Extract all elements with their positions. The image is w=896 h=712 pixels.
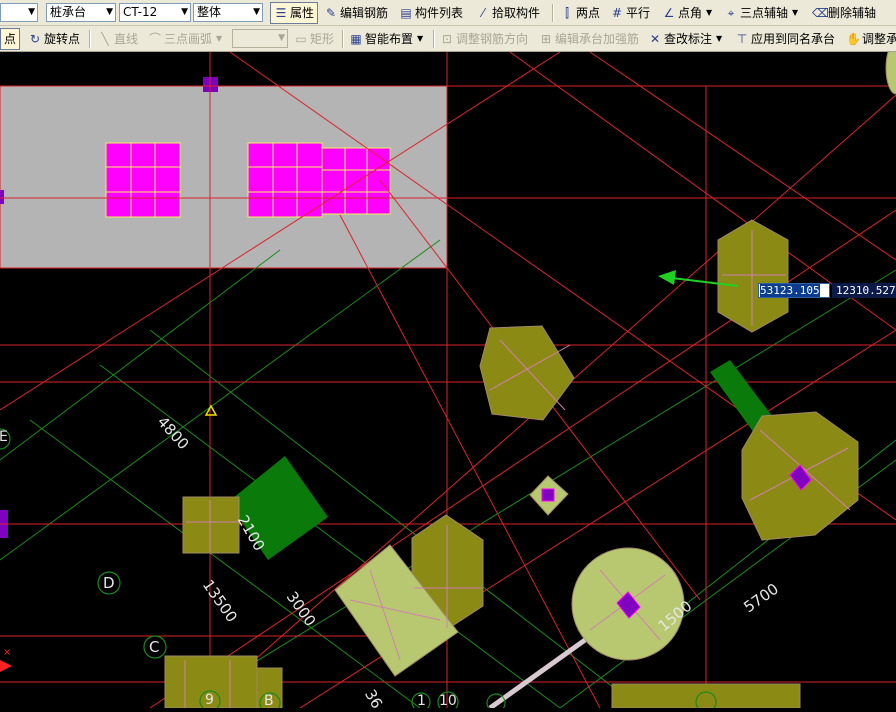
edit-cap-rebar-label: 编辑承台加强筋 <box>555 32 640 46</box>
chevron-down-icon: ▼ <box>106 7 113 17</box>
two-points-axis-button[interactable]: ⫿ 两点 <box>560 3 600 23</box>
angle-icon: ∠ <box>663 6 675 20</box>
toolbar-separator <box>433 30 435 48</box>
parallel-icon: # <box>611 6 623 20</box>
grid-icon: ▦ <box>350 32 362 46</box>
toolbar-row-2: 点 ↻ 旋转点 ╲ 直线 ⌒ 三点画弧 ▼ ▼ ▭ 矩形 ▦ 智能布置 ▼ ⊡ 调整钢筋方向 ⊞… <box>0 26 896 52</box>
rotate-icon: ↻ <box>29 32 41 46</box>
two-points-label: 两点 <box>576 6 601 20</box>
coordinate-input-x[interactable]: 53123.105 <box>758 283 830 298</box>
chevron-down-icon: ▼ <box>417 34 424 43</box>
component-select-value: CT-12 <box>123 5 158 19</box>
check-annotation-label: 查改标注 <box>664 32 713 46</box>
chevron-down-icon: ▼ <box>216 34 223 43</box>
origin-marker <box>204 404 218 416</box>
column-group <box>105 142 391 218</box>
arc-button: ⌒ 三点画弧 ▼ <box>148 29 222 49</box>
point-angle-label: 点角 <box>678 6 703 20</box>
properties-button[interactable]: ☰ 属性 <box>270 2 319 24</box>
delete-axis-button[interactable]: ⌫ 删除辅轴 <box>812 3 876 23</box>
coordinate-input-y[interactable]: 12310.527 <box>832 283 896 298</box>
ucs-mark: × <box>3 647 11 658</box>
line-label: 直线 <box>114 32 139 46</box>
parallel-label: 平行 <box>626 6 651 20</box>
rotate-point-button[interactable]: ↻ 旋转点 <box>28 29 80 49</box>
category-select[interactable]: 桩承台 ▼ <box>46 3 116 22</box>
eyedropper-icon: ⁄ <box>481 6 484 20</box>
toolbar-row-1: ▼ 桩承台 ▼ CT-12 ▼ 整体 ▼ ☰ 属性 ✎ 编辑钢筋 ▤ 构件列表 ⁄ 拾取构件 … <box>0 0 896 26</box>
adjust-cap-button[interactable]: ✋ 调整承 <box>846 29 896 49</box>
coordinate-x-value: 53123.105 <box>760 284 820 297</box>
properties-label: 属性 <box>290 6 315 20</box>
pencil-icon: ✎ <box>325 6 337 20</box>
chevron-down-icon: ▼ <box>28 7 35 17</box>
rect-button: ▭ 矩形 <box>294 29 334 49</box>
drawing-canvas[interactable]: × 4800 2100 13500 3000 1500 5700 36 E D … <box>0 52 896 712</box>
cap-rebar-icon: ⊞ <box>540 32 552 46</box>
chevron-down-icon: ▼ <box>181 7 188 17</box>
column-marker <box>0 190 4 204</box>
component-list-button[interactable]: ▤ 构件列表 <box>399 3 463 23</box>
edit-rebar-button[interactable]: ✎ 编辑钢筋 <box>324 3 388 23</box>
hand-icon: ✋ <box>846 32 861 46</box>
three-point-axis-button[interactable]: ⌖ 三点辅轴 ▼ <box>724 3 799 23</box>
toolbar-separator <box>342 30 344 48</box>
adjust-cap-label: 调整承 <box>862 32 896 46</box>
properties-icon: ☰ <box>275 6 287 20</box>
chevron-down-icon: ▼ <box>716 34 723 43</box>
point-draw-label: 点 <box>4 32 17 46</box>
pick-component-button[interactable]: ⁄ 拾取构件 <box>476 3 540 23</box>
rotate-point-label: 旋转点 <box>44 32 81 46</box>
edit-cap-rebar-button: ⊞ 编辑承台加强筋 <box>539 29 639 49</box>
arc-label: 三点画弧 <box>164 32 213 46</box>
smart-layout-button[interactable]: ▦ 智能布置 ▼ <box>349 29 423 49</box>
chevron-down-icon: ▼ <box>706 8 713 17</box>
chevron-down-icon: ▼ <box>792 8 799 17</box>
pipe <box>488 637 587 708</box>
smart-layout-label: 智能布置 <box>365 32 414 46</box>
rect-icon: ▭ <box>295 32 307 46</box>
line-button: ╲ 直线 <box>98 29 138 49</box>
check-annotation-button[interactable]: ✕ 查改标注 ▼ <box>648 29 722 49</box>
floor-select[interactable]: ▼ <box>0 3 38 22</box>
parallel-axis-button[interactable]: # 平行 <box>610 3 650 23</box>
apply-same-cap-button[interactable]: ⊤ 应用到同名承台 <box>735 29 835 49</box>
category-select-value: 桩承台 <box>50 5 87 19</box>
point-angle-button[interactable]: ∠ 点角 ▼ <box>662 3 713 23</box>
pick-component-label: 拾取构件 <box>492 6 541 20</box>
rebar-direction-icon: ⊡ <box>441 32 453 46</box>
three-point-icon: ⌖ <box>727 6 735 20</box>
cad-drawing: × <box>0 52 896 708</box>
pile-caps <box>164 219 859 708</box>
list-icon: ▤ <box>400 6 412 20</box>
scope-select-value: 整体 <box>197 5 222 19</box>
component-list-label: 构件列表 <box>415 6 464 20</box>
ucs-arrow <box>0 660 12 672</box>
brush-icon: ⊤ <box>736 32 748 46</box>
two-points-icon: ⫿ <box>565 6 569 20</box>
eraser-icon: ⌫ <box>812 6 829 20</box>
arc-mode-select: ▼ <box>232 29 288 48</box>
scope-select[interactable]: 整体 ▼ <box>193 3 263 22</box>
rect-label: 矩形 <box>310 32 335 46</box>
adjust-rebar-direction-label: 调整钢筋方向 <box>456 32 529 46</box>
component-select[interactable]: CT-12 ▼ <box>119 3 191 22</box>
adjust-rebar-direction-button: ⊡ 调整钢筋方向 <box>440 29 528 49</box>
line-icon: ╲ <box>101 32 109 46</box>
point-draw-button[interactable]: 点 <box>0 28 21 50</box>
arc-icon: ⌒ <box>148 32 161 46</box>
edit-rebar-label: 编辑钢筋 <box>340 6 389 20</box>
annotation-icon: ✕ <box>649 32 661 46</box>
toolbar-separator <box>89 30 91 48</box>
delete-axis-label: 删除辅轴 <box>828 6 877 20</box>
chevron-down-icon: ▼ <box>278 33 285 43</box>
apply-same-cap-label: 应用到同名承台 <box>751 32 836 46</box>
three-point-axis-label: 三点辅轴 <box>740 6 789 20</box>
chevron-down-icon: ▼ <box>253 7 260 17</box>
toolbar-separator <box>552 4 554 22</box>
